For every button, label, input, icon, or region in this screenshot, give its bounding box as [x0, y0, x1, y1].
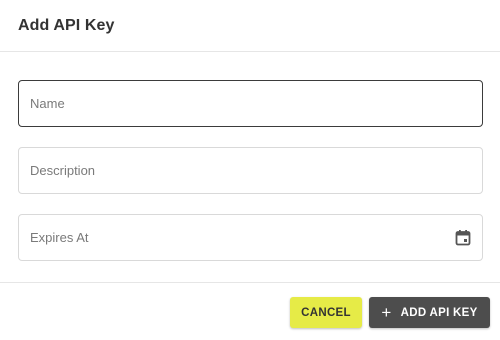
expires-at-input[interactable] — [30, 215, 454, 260]
add-api-key-button[interactable]: + ADD API KEY — [369, 297, 490, 328]
name-field[interactable] — [18, 80, 483, 127]
add-api-key-dialog: Add API Key CANCEL + ADD API KEY — [0, 0, 500, 340]
cancel-button-label: CANCEL — [301, 306, 351, 319]
expires-at-field[interactable] — [18, 214, 483, 261]
calendar-icon[interactable] — [454, 229, 472, 247]
name-input[interactable] — [30, 81, 472, 126]
dialog-header: Add API Key — [0, 0, 500, 52]
description-input[interactable] — [30, 148, 472, 193]
dialog-title: Add API Key — [18, 16, 115, 34]
add-api-key-button-label: ADD API KEY — [400, 306, 478, 319]
cancel-button[interactable]: CANCEL — [290, 297, 362, 328]
plus-icon: + — [381, 303, 392, 322]
dialog-footer: CANCEL + ADD API KEY — [0, 282, 500, 340]
description-field[interactable] — [18, 147, 483, 194]
